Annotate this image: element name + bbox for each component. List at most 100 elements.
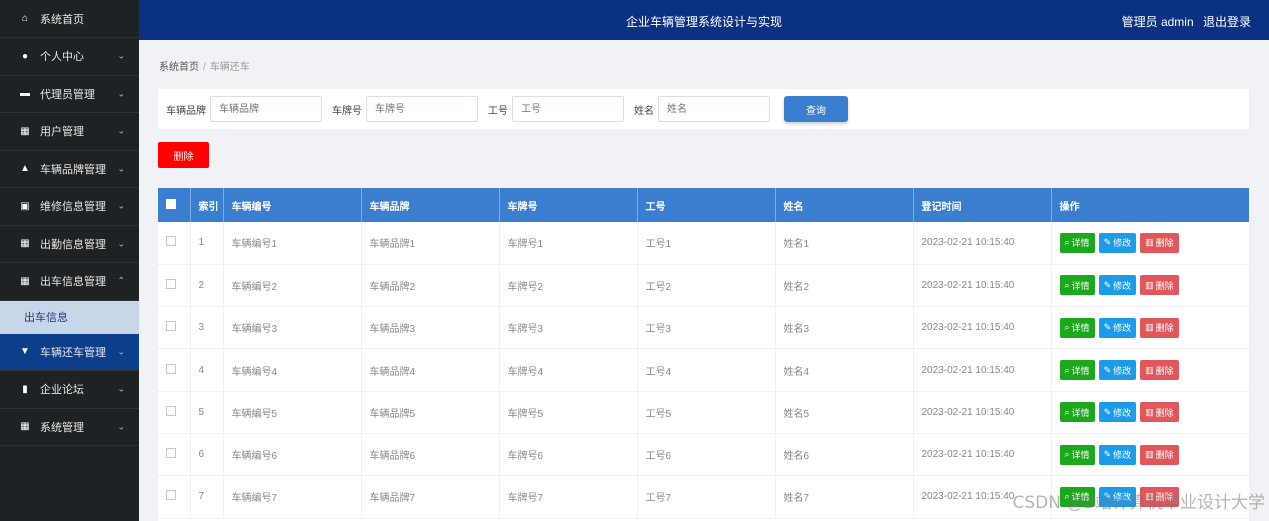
edit-button[interactable]: ✎ 修改 xyxy=(1098,275,1137,296)
trash-icon: ▥ xyxy=(1145,364,1154,375)
flag-icon: ▼ xyxy=(20,346,30,358)
user-icon: ● xyxy=(21,50,29,62)
staff-id-input[interactable] xyxy=(512,96,624,122)
cell-staff: 工号1 xyxy=(637,222,776,265)
row-select-cell xyxy=(158,264,191,308)
edit-button[interactable]: ✎ 修改 xyxy=(1098,402,1137,423)
cell-code: 车辆编号4 xyxy=(223,348,362,392)
sidebar-item[interactable]: ▮ 企业论坛 ⌄ xyxy=(0,371,139,409)
select-all-cell xyxy=(158,188,191,222)
sidebar-item[interactable]: ▦ 出车信息管理 ⌃ xyxy=(0,263,139,301)
cell-plate: 车牌号5 xyxy=(499,391,638,434)
name-input[interactable] xyxy=(658,96,770,122)
sidebar-item-label: 用户管理 xyxy=(40,126,84,139)
edit-button[interactable]: ✎ 修改 xyxy=(1098,317,1137,338)
sidebar-item[interactable]: ▣ 维修信息管理 ⌄ xyxy=(0,188,139,226)
sidebar-subitem[interactable]: 出车信息 xyxy=(0,300,139,334)
search-filter-bar: 车辆品牌 车牌号 工号 姓名 查询 xyxy=(158,89,1249,129)
row-checkbox[interactable] xyxy=(166,405,176,416)
pencil-icon: ✎ xyxy=(1103,237,1112,248)
detail-button[interactable]: ⌕ 详情 xyxy=(1059,275,1095,296)
sidebar-item[interactable]: ● 个人中心 ⌄ xyxy=(0,38,139,76)
brand-input[interactable] xyxy=(210,96,322,122)
sidebar-item[interactable]: ▦ 用户管理 ⌄ xyxy=(0,113,139,151)
delete-button-label: 删除 xyxy=(1155,323,1174,334)
user-area: 管理员 admin 退出登录 xyxy=(1122,13,1251,30)
delete-button[interactable]: ▥ 删除 xyxy=(1140,275,1179,296)
cell-index: 1 xyxy=(190,222,224,265)
sidebar-item[interactable]: ▦ 系统管理 ⌄ xyxy=(0,409,139,446)
edit-button-label: 修改 xyxy=(1113,365,1132,376)
sidebar-item[interactable]: ▬ 代理员管理 ⌄ xyxy=(0,76,139,113)
cell-brand: 车辆品牌7 xyxy=(361,475,500,519)
sidebar-item[interactable]: ▦ 出勤信息管理 ⌄ xyxy=(0,226,139,263)
edit-button[interactable]: ✎ 修改 xyxy=(1098,444,1137,465)
user-label: 管理员 admin xyxy=(1121,15,1194,29)
row-checkbox[interactable] xyxy=(166,490,176,501)
car-icon: ▲ xyxy=(20,163,30,175)
column-header: 车辆编号 xyxy=(223,188,362,222)
monitor-icon: ▬ xyxy=(20,88,30,100)
actions-cell: ⌕ 详情 ✎ 修改 ▥ 删除 xyxy=(1051,306,1249,350)
clipboard-icon: ▣ xyxy=(20,200,30,212)
cell-code: 车辆编号7 xyxy=(223,475,362,519)
cell-plate: 车牌号6 xyxy=(499,433,638,477)
row-checkbox[interactable] xyxy=(166,236,176,247)
detail-button[interactable]: ⌕ 详情 xyxy=(1059,444,1095,465)
trash-icon: ▥ xyxy=(1145,279,1154,290)
row-checkbox[interactable] xyxy=(166,363,176,374)
select-all-checkbox[interactable] xyxy=(166,198,176,209)
cell-staff: 工号5 xyxy=(637,391,776,434)
chevron-down-icon: ⌄ xyxy=(117,383,125,394)
column-header: 车牌号 xyxy=(499,188,638,222)
delete-button[interactable]: ▥ 删除 xyxy=(1140,360,1179,381)
delete-button[interactable]: ▥ 删除 xyxy=(1140,402,1179,423)
search-icon: ⌕ xyxy=(1064,322,1070,333)
delete-button[interactable]: ▥ 删除 xyxy=(1140,232,1179,253)
row-checkbox[interactable] xyxy=(166,278,176,289)
edit-button[interactable]: ✎ 修改 xyxy=(1098,360,1137,381)
sidebar: ⌂ 系统首页 ● 个人中心 ⌄ ▬ 代理员管理 ⌄ ▦ 用户管理 ⌄ ▲ 车辆品牌管理 ⌄ ▣ 维修信息管理 ⌄… xyxy=(0,0,139,521)
sidebar-item-label: 维修信息管理 xyxy=(40,201,106,214)
trash-icon: ▥ xyxy=(1145,322,1154,333)
cell-time: 2023-02-21 10:15:40 xyxy=(913,306,1052,350)
grid-icon: ▦ xyxy=(20,238,30,250)
detail-button-label: 详情 xyxy=(1071,450,1090,461)
detail-button[interactable]: ⌕ 详情 xyxy=(1059,232,1095,253)
chevron-down-icon: ⌄ xyxy=(117,238,125,249)
logout-link[interactable]: 退出登录 xyxy=(1203,15,1251,29)
sidebar-item[interactable]: ▼ 车辆还车管理 ⌄ xyxy=(0,333,139,371)
detail-button[interactable]: ⌕ 详情 xyxy=(1059,317,1095,338)
plate-input[interactable] xyxy=(366,96,478,122)
table-row: 2 车辆编号2 车辆品牌2 车牌号2 工号2 姓名2 2023-02-21 10:15:40… xyxy=(158,264,1249,308)
pencil-icon: ✎ xyxy=(1103,406,1112,417)
actions-cell: ⌕ 详情 ✎ 修改 ▥ 删除 xyxy=(1051,222,1249,265)
grid-icon: ▦ xyxy=(20,275,30,287)
detail-button[interactable]: ⌕ 详情 xyxy=(1059,402,1095,423)
edit-button[interactable]: ✎ 修改 xyxy=(1098,232,1137,253)
delete-button[interactable]: ▥ 删除 xyxy=(1140,317,1179,338)
cell-index: 4 xyxy=(190,348,224,392)
actions-cell: ⌕ 详情 ✎ 修改 ▥ 删除 xyxy=(1051,348,1249,392)
home-icon: ⌂ xyxy=(21,13,29,24)
cell-plate: 车牌号1 xyxy=(499,222,638,265)
cell-staff: 工号3 xyxy=(637,306,776,350)
batch-delete-button[interactable]: 删除 xyxy=(158,142,209,168)
sidebar-item-label: 个人中心 xyxy=(40,51,84,64)
search-button[interactable]: 查询 xyxy=(784,96,848,122)
delete-button[interactable]: ▥ 删除 xyxy=(1140,444,1179,465)
row-checkbox[interactable] xyxy=(166,321,176,332)
actions-cell: ⌕ 详情 ✎ 修改 ▥ 删除 xyxy=(1051,433,1249,477)
sidebar-item[interactable]: ▲ 车辆品牌管理 ⌄ xyxy=(0,151,139,188)
bar-chart-icon: ▮ xyxy=(22,383,28,395)
cell-index: 5 xyxy=(190,391,224,434)
cell-brand: 车辆品牌4 xyxy=(361,348,500,392)
row-checkbox[interactable] xyxy=(166,448,176,459)
row-select-cell xyxy=(158,391,191,434)
sidebar-item[interactable]: ⌂ 系统首页 xyxy=(0,0,139,38)
detail-button[interactable]: ⌕ 详情 xyxy=(1059,360,1095,381)
search-icon: ⌕ xyxy=(1064,279,1070,290)
grid-icon: ▦ xyxy=(20,421,30,433)
breadcrumb-home[interactable]: 系统首页 xyxy=(159,62,199,73)
cell-index: 2 xyxy=(190,264,224,308)
